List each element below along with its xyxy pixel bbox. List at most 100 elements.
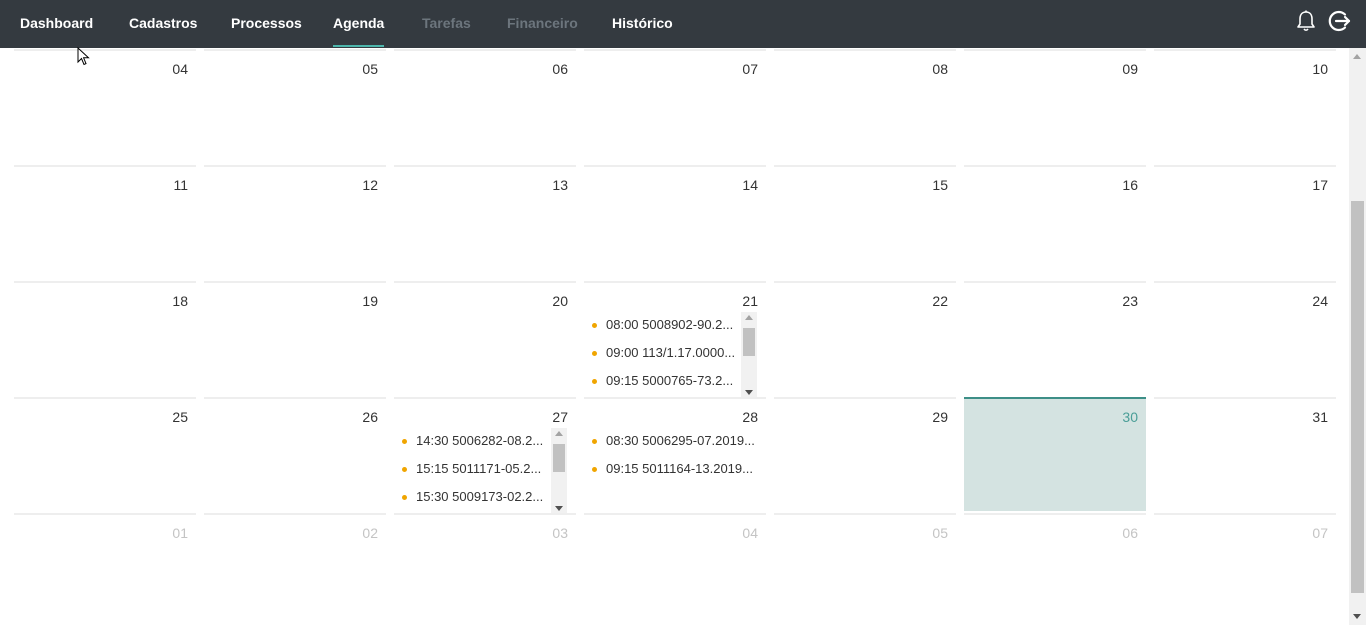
calendar-day[interactable]: 08 <box>774 49 956 163</box>
calendar-day[interactable]: 04 <box>584 513 766 625</box>
day-number: 01 <box>172 525 188 541</box>
calendar-day[interactable]: 17 <box>1154 165 1336 279</box>
calendar-day[interactable]: 26 <box>204 397 386 511</box>
logout-icon[interactable] <box>1326 8 1352 34</box>
day-number: 31 <box>1312 409 1328 425</box>
calendar-day[interactable]: 01 <box>14 513 196 625</box>
calendar-day[interactable]: 18 <box>14 281 196 395</box>
day-number: 28 <box>742 409 758 425</box>
scroll-up-arrow-icon[interactable] <box>555 431 563 436</box>
nav-tarefas[interactable]: Tarefas <box>422 0 471 48</box>
top-navbar: Dashboard Cadastros Processos Agenda Tar… <box>0 0 1366 48</box>
nav-dashboard[interactable]: Dashboard <box>20 0 93 48</box>
day-number: 15 <box>932 177 948 193</box>
day-number: 05 <box>932 525 948 541</box>
calendar-day[interactable]: 10 <box>1154 49 1336 163</box>
scroll-up-arrow-icon[interactable] <box>745 315 753 320</box>
calendar-day[interactable]: 21 08:00 5008902-90.2... 09:00 113/1.17.00… <box>584 281 766 398</box>
calendar-day[interactable]: 06 <box>964 513 1146 625</box>
event-item[interactable]: 08:30 5006295-07.2019... <box>588 432 760 460</box>
event-list-scrollbar[interactable] <box>741 312 757 398</box>
nav-agenda[interactable]: Agenda <box>333 0 385 48</box>
calendar-day[interactable]: 29 <box>774 397 956 511</box>
calendar-day[interactable]: 12 <box>204 165 386 279</box>
calendar-day-today[interactable]: 30 <box>964 397 1146 511</box>
event-label: 08:30 5006295-07.2019... <box>606 433 755 448</box>
scrollbar-thumb[interactable] <box>743 328 755 356</box>
page-scrollbar[interactable] <box>1349 48 1366 625</box>
calendar-day[interactable]: 05 <box>204 49 386 163</box>
event-label: 09:15 5011164-13.2019... <box>606 461 753 476</box>
event-item[interactable]: 15:15 5011171-05.2... <box>398 460 548 488</box>
event-item[interactable]: 15:30 5009173-02.2... <box>398 488 548 514</box>
event-label: 08:00 5008902-90.2... <box>606 317 734 332</box>
event-list: 14:30 5006282-08.2... 15:15 5011171-05.2.… <box>398 430 548 514</box>
calendar-day[interactable]: 27 14:30 5006282-08.2... 15:15 5011171-05.… <box>394 397 576 514</box>
calendar-day[interactable]: 06 <box>394 49 576 163</box>
scrollbar-thumb[interactable] <box>1351 201 1364 593</box>
calendar-day[interactable]: 22 <box>774 281 956 395</box>
bell-icon[interactable] <box>1293 8 1319 34</box>
day-number: 02 <box>362 525 378 541</box>
day-number: 21 <box>742 293 758 309</box>
event-list-scrollbar[interactable] <box>551 428 567 514</box>
day-number: 22 <box>932 293 948 309</box>
calendar-day[interactable]: 11 <box>14 165 196 279</box>
day-number: 06 <box>552 61 568 77</box>
day-number: 16 <box>1122 177 1138 193</box>
event-dot-icon <box>402 467 407 472</box>
day-number: 07 <box>1312 525 1328 541</box>
calendar-day[interactable]: 07 <box>1154 513 1336 625</box>
scroll-up-arrow-icon[interactable] <box>1353 54 1361 59</box>
scroll-down-arrow-icon[interactable] <box>745 390 753 395</box>
nav-financeiro[interactable]: Financeiro <box>507 0 578 48</box>
calendar-day[interactable]: 20 <box>394 281 576 395</box>
calendar-day[interactable]: 02 <box>204 513 386 625</box>
day-number: 23 <box>1122 293 1138 309</box>
event-item[interactable]: 09:00 113/1.17.0000... <box>588 344 738 372</box>
mouse-cursor-icon <box>77 47 90 66</box>
day-number: 27 <box>552 409 568 425</box>
calendar-day[interactable]: 04 <box>14 49 196 163</box>
event-label: 15:15 5011171-05.2... <box>416 461 542 476</box>
calendar-day[interactable]: 28 08:30 5006295-07.2019... 09:15 5011164-… <box>584 397 766 511</box>
calendar-day[interactable]: 16 <box>964 165 1146 279</box>
calendar-day[interactable]: 19 <box>204 281 386 395</box>
day-number: 26 <box>362 409 378 425</box>
event-item[interactable]: 09:15 5011164-13.2019... <box>588 460 760 488</box>
calendar-day[interactable]: 31 <box>1154 397 1336 511</box>
day-number: 11 <box>173 177 188 193</box>
event-label: 15:30 5009173-02.2... <box>416 489 544 504</box>
nav-cadastros[interactable]: Cadastros <box>129 0 197 48</box>
event-dot-icon <box>592 351 597 356</box>
nav-processos[interactable]: Processos <box>231 0 302 48</box>
calendar-day[interactable]: 23 <box>964 281 1146 395</box>
calendar-day[interactable]: 15 <box>774 165 956 279</box>
calendar-day[interactable]: 09 <box>964 49 1146 163</box>
calendar-day[interactable]: 03 <box>394 513 576 625</box>
day-number: 09 <box>1122 61 1138 77</box>
event-item[interactable]: 14:30 5006282-08.2... <box>398 432 548 460</box>
calendar-day[interactable]: 14 <box>584 165 766 279</box>
scroll-down-arrow-icon[interactable] <box>1353 614 1361 619</box>
day-number: 14 <box>742 177 758 193</box>
nav-historico[interactable]: Histórico <box>612 0 673 48</box>
day-number: 06 <box>1122 525 1138 541</box>
calendar-day[interactable]: 05 <box>774 513 956 625</box>
event-dot-icon <box>592 439 597 444</box>
event-item[interactable]: 08:00 5008902-90.2... <box>588 316 738 344</box>
day-number: 13 <box>552 177 568 193</box>
day-number: 04 <box>742 525 758 541</box>
calendar-day[interactable]: 13 <box>394 165 576 279</box>
scroll-down-arrow-icon[interactable] <box>555 506 563 511</box>
calendar-day[interactable]: 25 <box>14 397 196 511</box>
event-item[interactable]: 09:15 5000765-73.2... <box>588 372 738 398</box>
event-label: 09:15 5000765-73.2... <box>606 373 734 388</box>
event-label: 14:30 5006282-08.2... <box>416 433 544 448</box>
calendar-day[interactable]: 07 <box>584 49 766 163</box>
day-number: 07 <box>742 61 758 77</box>
scrollbar-thumb[interactable] <box>553 444 565 472</box>
day-number: 17 <box>1312 177 1328 193</box>
day-number: 20 <box>552 293 568 309</box>
calendar-day[interactable]: 24 <box>1154 281 1336 395</box>
